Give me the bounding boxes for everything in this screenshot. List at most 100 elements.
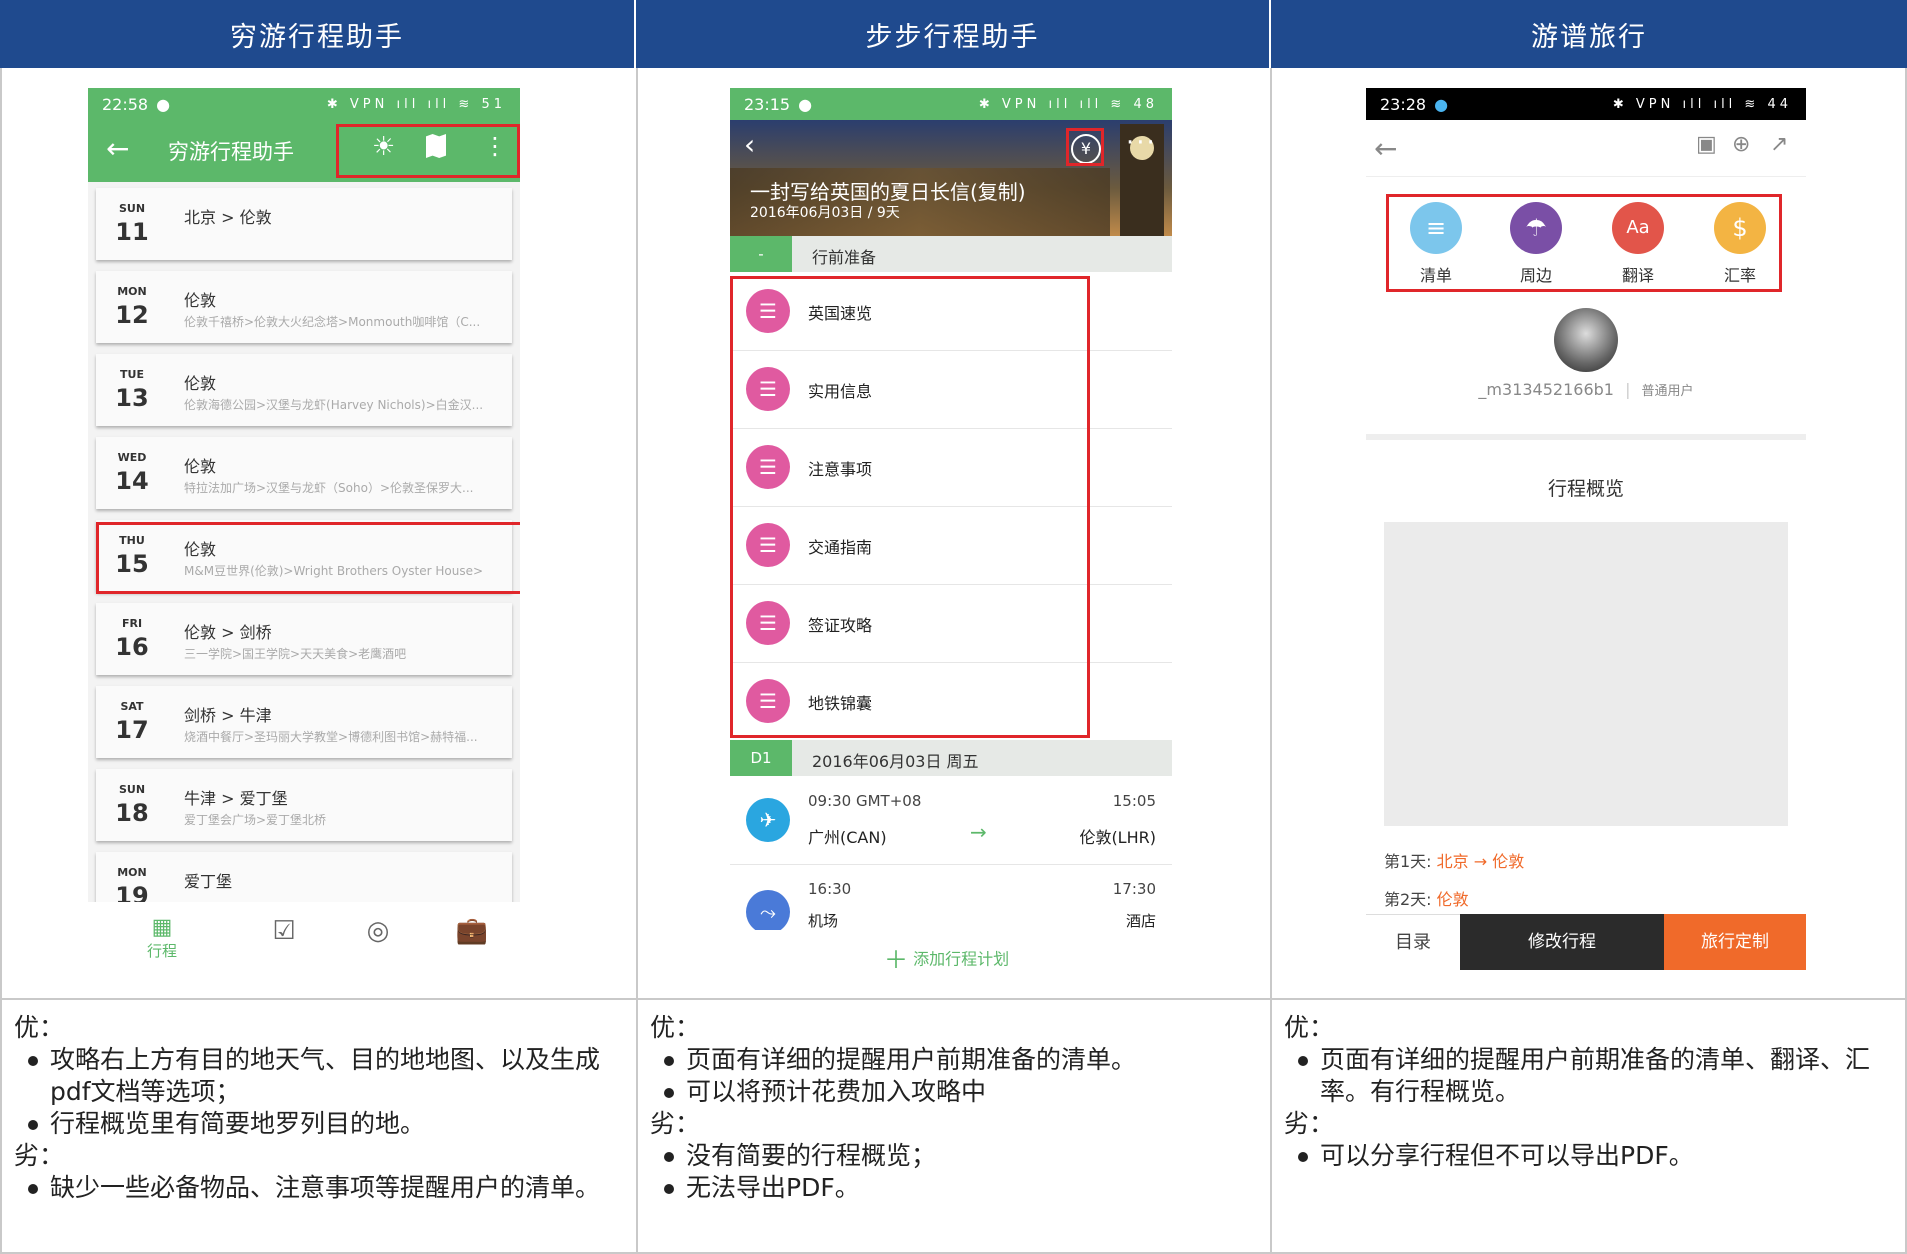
list-item: 攻略右上方有目的地天气、目的地地图、以及生成pdf文档等选项； [14, 1044, 624, 1108]
back-chevron-icon[interactable]: ‹ [744, 128, 755, 161]
day-subtitle: 特拉法加广场>汉堡与龙虾（Soho）>伦敦圣保罗大... [184, 481, 474, 495]
pros-list: 攻略右上方有目的地天气、目的地地图、以及生成pdf文档等选项； 行程概览里有简要… [14, 1044, 624, 1140]
list-item: 页面有详细的提醒用户前期准备的清单、翻译、汇率。有行程概览。 [1284, 1044, 1894, 1108]
day-title: 爱丁堡 [184, 872, 233, 891]
day-title: 伦敦 [184, 457, 217, 476]
day-title: 伦敦 > 剑桥 [184, 623, 272, 642]
banner-title: 一封写给英国的夏日长信(复制) [750, 180, 1026, 204]
cons-heading: 劣： [1284, 1109, 1335, 1138]
transfer-destination: 酒店 [1125, 912, 1156, 930]
pros-list: 页面有详细的提醒用户前期准备的清单。 可以将预计花费加入攻略中 [650, 1044, 1256, 1108]
day-number: 16 [115, 633, 149, 661]
briefcase-icon[interactable]: 💼 [442, 916, 502, 946]
day-card[interactable]: FRI 16 伦敦 > 剑桥 三一学院>国王学院>天天美食>老鹰酒吧 [96, 603, 512, 675]
transfer-origin: 机场 [808, 912, 839, 930]
weekday: SUN [118, 202, 146, 215]
grid-divider [636, 68, 638, 1254]
day-card[interactable]: MON 12 伦敦 伦敦千禧桥>伦敦大火纪念塔>Monmouth咖啡馆（C... [96, 271, 512, 343]
day-number: 13 [115, 384, 149, 412]
back-arrow-icon[interactable]: ← [106, 132, 129, 165]
cons-heading: 劣： [14, 1141, 65, 1170]
list-item: 缺少一些必备物品、注意事项等提醒用户的清单。 [14, 1172, 624, 1204]
nav-itinerary[interactable]: ▦ 行程 [132, 916, 192, 961]
grid-divider [0, 998, 1907, 1000]
day-title: 牛津 > 爱丁堡 [184, 789, 288, 808]
day-card[interactable]: TUE 13 伦敦 伦敦海德公园>汉堡与龙虾(Harvey Nichols)>白金汉.… [96, 354, 512, 426]
plus-icon: ＋ [884, 946, 908, 974]
share-icon[interactable]: ↗ [1770, 132, 1788, 157]
status-bar: 23:28 ● ✱ VPN ıll ıll ≋ 44 [1366, 88, 1806, 120]
status-dot-icon: ● [798, 94, 813, 114]
overview-title: 行程概览 [1547, 478, 1624, 500]
list-item: 无法导出PDF。 [650, 1172, 1256, 1204]
day1-row[interactable]: 第1天: 北京 → 伦敦 [1384, 848, 1524, 872]
overview-map-placeholder[interactable] [1384, 522, 1788, 826]
pros-heading: 优： [1284, 1013, 1335, 1042]
flight-item[interactable]: ✈ 09:30 GMT+08 15:05 广州(CAN) → 伦敦(LHR) [730, 776, 1172, 865]
day-title: 伦敦 [184, 291, 217, 310]
transfer-end-time: 17:30 [1112, 880, 1156, 898]
day-subtitle: 三一学院>国王学院>天天美食>老鹰酒吧 [184, 647, 407, 661]
avatar[interactable] [1554, 308, 1618, 372]
status-icons: ✱ VPN ıll ıll ≋ 51 [326, 96, 506, 112]
pros-heading: 优： [650, 1013, 701, 1042]
weekday: TUE [120, 368, 144, 381]
menu-button[interactable]: 目录 [1366, 914, 1460, 970]
cons-list: 没有简要的行程概览； 无法导出PDF。 [650, 1140, 1256, 1204]
edit-itinerary-button[interactable]: 修改行程 [1460, 914, 1664, 970]
app-title: 穷游行程助手 [168, 140, 294, 164]
highlight-box [336, 124, 520, 178]
download-icon[interactable]: ⊕ [1732, 132, 1750, 157]
highlight-box [730, 276, 1090, 738]
header-divider [1366, 176, 1806, 177]
cons-list: 缺少一些必备物品、注意事项等提醒用户的清单。 [14, 1172, 624, 1204]
profile-divider [1366, 434, 1806, 440]
day2-row[interactable]: 第2天: 伦敦 [1384, 886, 1469, 910]
day-card[interactable]: SAT 17 剑桥 > 牛津 烧酒中餐厅>圣玛丽大学教堂>博德利图书馆>赫特福... [96, 686, 512, 758]
column-header-qiongyou: 穷游行程助手 [0, 0, 636, 68]
day-number: 14 [115, 467, 149, 495]
day2-route: 伦敦 [1436, 890, 1469, 909]
flight-origin: 广州(CAN) [808, 828, 887, 847]
status-dot-icon: ● [1434, 94, 1449, 114]
weekday: MON [117, 285, 147, 298]
highlight-box [1066, 128, 1104, 166]
calendar-icon: ▦ [151, 915, 173, 940]
day-card[interactable]: SUN 18 牛津 > 爱丁堡 爱丁堡会广场>爱丁堡北桥 [96, 769, 512, 841]
section-tag: - [730, 236, 792, 272]
username: _m313452166b1 [1478, 380, 1614, 399]
day-subtitle: 伦敦海德公园>汉堡与龙虾(Harvey Nichols)>白金汉... [184, 398, 484, 412]
transfer-item[interactable]: ⤳ 16:30 17:30 机场 酒店 [730, 866, 1172, 930]
clipboard-check-icon[interactable]: ☑ [254, 916, 314, 946]
status-icons: ✱ VPN ıll ıll ≋ 48 [978, 96, 1158, 112]
day-number: 11 [115, 218, 149, 246]
highlight-box [96, 522, 520, 594]
add-plan-button[interactable]: ＋ 添加行程计划 [884, 940, 1009, 975]
status-time: 23:15 [744, 94, 791, 114]
day-subtitle: 伦敦千禧桥>伦敦大火纪念塔>Monmouth咖啡馆（C... [184, 315, 481, 329]
bottom-bar: 目录 修改行程 旅行定制 [1366, 914, 1806, 970]
more-dots-icon[interactable]: ··· [1126, 128, 1157, 158]
pdf-icon[interactable]: ▣ [1696, 132, 1717, 157]
day-card[interactable]: WED 14 伦敦 特拉法加广场>汉堡与龙虾（Soho）>伦敦圣保罗大... [96, 437, 512, 509]
phone-screenshot-youpu: 23:28 ● ✱ VPN ıll ıll ≋ 44 ← ▣ ⊕ ↗ ≡ 清单 ☂… [1366, 88, 1806, 970]
pros-list: 页面有详细的提醒用户前期准备的清单、翻译、汇率。有行程概览。 [1284, 1044, 1894, 1108]
list-item: 可以分享行程但不可以导出PDF。 [1284, 1140, 1894, 1172]
list-item: 没有简要的行程概览； [650, 1140, 1256, 1172]
notes-qiongyou: 优： 攻略右上方有目的地天气、目的地地图、以及生成pdf文档等选项； 行程概览里… [14, 1012, 624, 1204]
day-tag: D1 [730, 740, 792, 776]
compass-icon[interactable]: ◎ [348, 916, 408, 946]
day-card[interactable]: SUN 11 北京 > 伦敦 [96, 188, 512, 260]
custom-travel-button[interactable]: 旅行定制 [1664, 914, 1806, 970]
notes-bubu: 优： 页面有详细的提醒用户前期准备的清单。 可以将预计花费加入攻略中 劣： 没有… [650, 1012, 1256, 1204]
day2-label: 第2天: [1384, 890, 1432, 909]
grid-divider [1270, 68, 1272, 1254]
list-item: 页面有详细的提醒用户前期准备的清单。 [650, 1044, 1256, 1076]
username-row: _m313452166b1 | 普通用户 [1478, 380, 1694, 399]
day-title: 北京 > 伦敦 [184, 208, 272, 227]
day-date: 2016年06月03日 周五 [812, 752, 979, 771]
back-arrow-icon[interactable]: ← [1374, 132, 1397, 165]
status-icons: ✱ VPN ıll ıll ≋ 44 [1612, 96, 1792, 112]
transfer-start-time: 16:30 [808, 880, 852, 898]
flight-destination: 伦敦(LHR) [1079, 828, 1156, 847]
